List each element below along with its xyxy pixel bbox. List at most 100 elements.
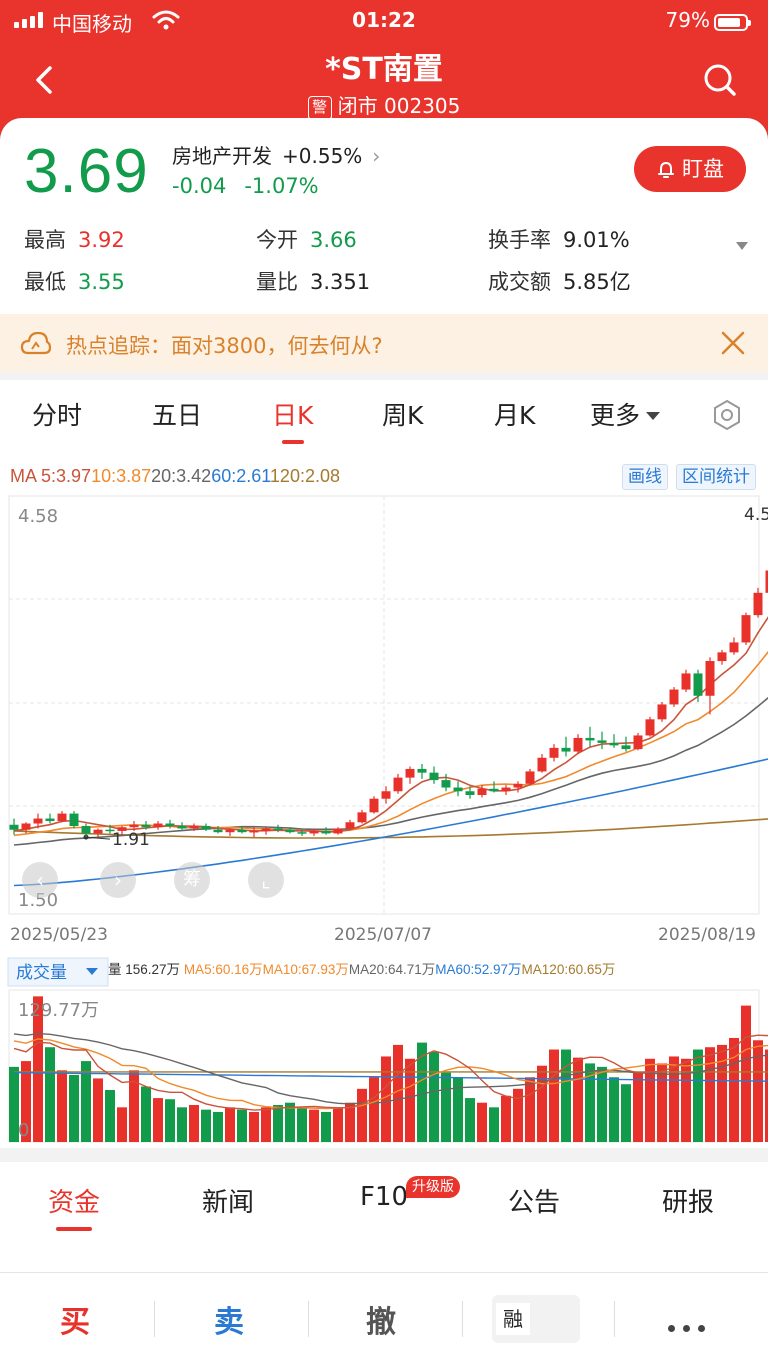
stat-open: 今开 3.66 (256, 228, 357, 252)
candle (93, 828, 103, 838)
high-annotation: 4.58 (744, 505, 768, 525)
hot-topic-banner[interactable]: 热点追踪：面对3800，何去何从? (0, 314, 768, 372)
volume-bar (561, 1049, 571, 1142)
ma120-legend: 120:2.08 (270, 466, 340, 486)
volume-bar (141, 1086, 151, 1142)
candle (729, 637, 739, 655)
range-stats-button[interactable]: 区间统计 (676, 464, 756, 490)
volume-bar (741, 1005, 751, 1142)
fullscreen-icon[interactable]: ⌞ (248, 862, 284, 898)
watch-button[interactable]: 盯盘 (634, 146, 746, 192)
period-tabs: 分时 五日 日K 周K 月K 更多 (0, 380, 768, 448)
tab-five-day[interactable]: 五日 (152, 396, 202, 432)
stat-low: 最低 3.55 (24, 270, 125, 294)
ma10-line (13, 650, 768, 837)
ma20-line (13, 696, 768, 846)
volume-bar (489, 1107, 499, 1142)
candle (201, 823, 211, 831)
more-icon[interactable] (668, 1317, 713, 1336)
kline-chart[interactable]: MA 5:3.9710:3.8720:3.4260:2.61120:2.08 4… (0, 448, 768, 1148)
volume-bar (537, 1065, 547, 1142)
cancel-order-button[interactable]: 撤 (366, 1297, 396, 1341)
candle (393, 773, 403, 794)
tab-more[interactable]: 更多 (590, 396, 661, 432)
volume-bar (633, 1072, 643, 1142)
draw-line-button[interactable]: 画线 (622, 464, 668, 490)
sector-link[interactable]: 房地产开发 +0.55% › (172, 140, 380, 169)
stock-subtitle: 警闭市 002305 (0, 90, 768, 120)
volume-bar (297, 1107, 307, 1142)
candle (57, 811, 67, 823)
low-annotation: 1.91 (112, 830, 150, 850)
candle (669, 687, 679, 707)
expand-icon[interactable] (736, 242, 748, 250)
volume-bar (477, 1102, 487, 1142)
tab-capital[interactable]: 资金 (48, 1182, 100, 1231)
watch-label: 盯盘 (682, 157, 724, 181)
tab-more-label: 更多 (590, 401, 641, 430)
kline-chart-area[interactable]: MA 5:3.9710:3.8720:3.4260:2.61120:2.08 4… (0, 448, 768, 1148)
candle (45, 813, 55, 824)
scroll-left-icon[interactable]: ‹ (22, 862, 58, 898)
stat-amount: 成交额 5.85亿 (488, 270, 631, 294)
chevron-down-icon (646, 412, 661, 420)
scroll-right-icon[interactable]: › (100, 862, 136, 898)
warning-badge: 警 (307, 96, 332, 120)
price-plot-frame (8, 495, 760, 915)
candle (501, 785, 511, 795)
close-icon[interactable] (720, 330, 746, 356)
tab-weekly-k[interactable]: 周K (382, 396, 423, 432)
chip-distribution-button[interactable]: 筹 (174, 862, 210, 898)
candle (441, 773, 451, 792)
candle (177, 822, 187, 830)
tab-monthly-k[interactable]: 月K (494, 396, 535, 432)
tab-intraday[interactable]: 分时 (32, 396, 82, 432)
market-status: 闭市 (337, 94, 378, 118)
candle (321, 827, 331, 835)
candle (429, 766, 439, 784)
battery-icon (714, 14, 751, 31)
tab-research[interactable]: 研报 (662, 1182, 714, 1219)
candle (597, 731, 607, 750)
stock-name: *ST南置 (325, 52, 443, 87)
battery-percent: 79% (665, 8, 710, 32)
candle (333, 827, 343, 835)
settings-hexagon-icon[interactable] (710, 398, 744, 432)
volume-bar (669, 1056, 679, 1142)
volume-bar (249, 1111, 259, 1142)
last-price: 3.69 (24, 137, 149, 206)
candle (81, 823, 91, 838)
tab-news[interactable]: 新闻 (202, 1182, 254, 1219)
margin-label: 融 (496, 1303, 530, 1335)
volume-bar (261, 1107, 271, 1142)
candle (633, 732, 643, 751)
tab-f10[interactable]: F10 (360, 1182, 408, 1212)
volume-bar (273, 1105, 283, 1142)
volume-bar (525, 1077, 535, 1142)
candle (621, 736, 631, 752)
sell-button[interactable]: 卖 (214, 1297, 244, 1341)
quote-panel: 3.69 房地产开发 +0.55% › -0.04 -1.07% 盯盘 最高 3.92 … (0, 118, 768, 314)
margin-button[interactable]: 融 (492, 1295, 580, 1343)
tab-daily-k[interactable]: 日K (272, 396, 313, 444)
volume-bar (69, 1074, 79, 1142)
volume-bar (177, 1107, 187, 1142)
volume-bar (597, 1066, 607, 1142)
volume-bar (357, 1088, 367, 1142)
volume-bar (417, 1042, 427, 1142)
volume-bar (657, 1063, 667, 1142)
volume-bar (429, 1051, 439, 1142)
volume-bar (441, 1072, 451, 1142)
candle (453, 781, 463, 797)
x-label-start: 2025/05/23 (10, 925, 108, 945)
search-icon[interactable] (700, 60, 740, 100)
candle (69, 811, 79, 829)
buy-button[interactable]: 买 (60, 1297, 90, 1341)
volume-bar (189, 1105, 199, 1142)
volume-bar (381, 1056, 391, 1142)
x-label-end: 2025/08/19 (658, 925, 756, 945)
tab-announcements[interactable]: 公告 (508, 1182, 560, 1219)
x-label-mid: 2025/07/07 (334, 925, 432, 945)
ma5-legend: MA 5:3.97 (10, 466, 91, 486)
volume-bar (609, 1077, 619, 1142)
